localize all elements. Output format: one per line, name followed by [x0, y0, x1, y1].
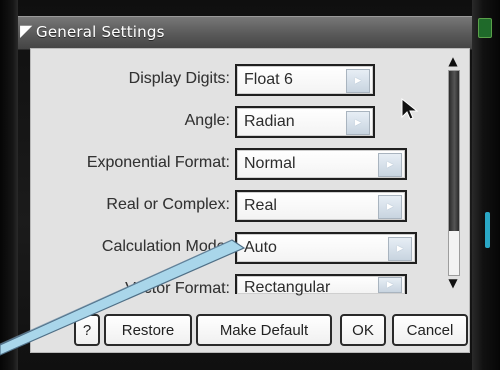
dialog-titlebar: ◤ General Settings	[18, 16, 472, 50]
setting-label: Calculation Mode:	[101, 238, 230, 255]
setting-row-calculation-mode: Calculation Mode: Auto ▸	[30, 232, 440, 264]
setting-label: Real or Complex:	[106, 196, 230, 213]
cancel-button[interactable]: Cancel	[392, 314, 468, 346]
dialog-corner-icon: ◤	[20, 21, 33, 40]
real-or-complex-select[interactable]: Real ▸	[235, 190, 407, 222]
chevron-right-icon: ▸	[388, 237, 412, 261]
select-value: Radian	[244, 113, 295, 130]
settings-scrollbar[interactable]: ▲ ▼	[444, 54, 462, 290]
setting-label: Vector Format:	[125, 280, 230, 297]
settings-form: Display Digits: Float 6 ▸ Angle: Radian …	[30, 54, 460, 297]
angle-select[interactable]: Radian ▸	[235, 106, 375, 138]
setting-label: Display Digits:	[128, 70, 230, 87]
scroll-thumb[interactable]	[449, 71, 459, 231]
select-value: Real	[244, 197, 277, 214]
device-teal-indicator	[485, 212, 490, 248]
restore-button[interactable]: Restore	[104, 314, 192, 346]
device-left-edge	[0, 0, 18, 370]
settings-dialog: Display Digits: Float 6 ▸ Angle: Radian …	[30, 48, 470, 353]
select-value: Auto	[244, 239, 277, 256]
chevron-up-icon[interactable]: ▲	[444, 54, 462, 68]
chevron-right-icon: ▸	[378, 195, 402, 219]
make-default-button[interactable]: Make Default	[196, 314, 332, 346]
exponential-format-select[interactable]: Normal ▸	[235, 148, 407, 180]
chevron-right-icon: ▸	[378, 277, 402, 293]
ok-button[interactable]: OK	[340, 314, 386, 346]
help-button[interactable]: ?	[74, 314, 100, 346]
dialog-button-bar: ? Restore Make Default OK Cancel	[30, 298, 470, 353]
dialog-title: General Settings	[36, 23, 165, 41]
select-value: Normal	[244, 155, 296, 172]
setting-row-exponential-format: Exponential Format: Normal ▸	[30, 148, 440, 180]
chevron-down-icon[interactable]: ▼	[444, 276, 462, 290]
device-battery-icon	[478, 18, 492, 38]
vector-format-select[interactable]: Rectangular ▸	[235, 274, 407, 296]
setting-row-display-digits: Display Digits: Float 6 ▸	[30, 64, 440, 96]
chevron-right-icon: ▸	[346, 69, 370, 93]
chevron-right-icon: ▸	[346, 111, 370, 135]
setting-label: Angle:	[184, 112, 230, 129]
calculation-mode-select[interactable]: Auto ▸	[235, 232, 417, 264]
scroll-track[interactable]	[448, 70, 460, 276]
setting-row-real-or-complex: Real or Complex: Real ▸	[30, 190, 440, 222]
chevron-right-icon: ▸	[378, 153, 402, 177]
mouse-pointer-icon	[401, 97, 419, 120]
device-right-edge	[472, 0, 500, 370]
select-value: Rectangular	[244, 279, 331, 296]
select-value: Float 6	[244, 71, 293, 88]
display-digits-select[interactable]: Float 6 ▸	[235, 64, 375, 96]
setting-row-angle: Angle: Radian ▸	[30, 106, 440, 138]
setting-label: Exponential Format:	[86, 154, 230, 171]
